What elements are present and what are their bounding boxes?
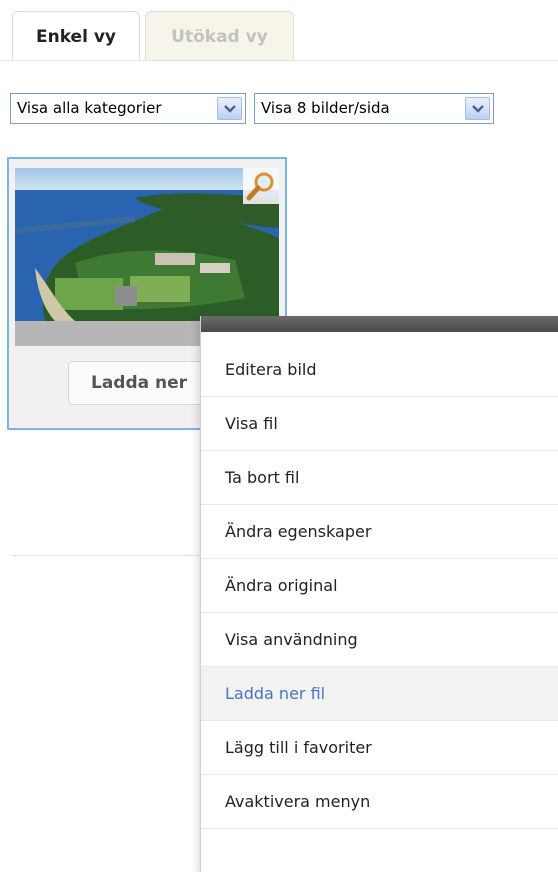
context-menu: Editera bild Visa fil Ta bort fil Ändra …	[200, 316, 558, 872]
aerial-photo	[15, 168, 279, 321]
divider	[12, 555, 202, 556]
chevron-down-icon[interactable]	[217, 97, 242, 120]
menu-item-edit-properties[interactable]: Ändra egenskaper	[201, 505, 558, 559]
menu-item-view-usage[interactable]: Visa användning	[201, 613, 558, 667]
image-thumbnail[interactable]	[15, 168, 279, 321]
tab-simple-view[interactable]: Enkel vy	[12, 11, 140, 61]
menu-item-download-file[interactable]: Ladda ner fil	[201, 667, 558, 721]
tab-extended-view[interactable]: Utökad vy	[145, 11, 294, 61]
menu-item-delete-file[interactable]: Ta bort fil	[201, 451, 558, 505]
menu-item-edit-image[interactable]: Editera bild	[201, 343, 558, 397]
menu-item-view-file[interactable]: Visa fil	[201, 397, 558, 451]
context-menu-list: Editera bild Visa fil Ta bort fil Ändra …	[201, 343, 558, 829]
menu-item-disable-menu[interactable]: Avaktivera menyn	[201, 775, 558, 829]
chevron-down-icon[interactable]	[465, 97, 490, 120]
menu-item-edit-original[interactable]: Ändra original	[201, 559, 558, 613]
category-select-value: Visa alla kategorier	[17, 99, 162, 117]
per-page-select-value: Visa 8 bilder/sida	[261, 99, 390, 117]
menu-item-add-favorites[interactable]: Lägg till i favoriter	[201, 721, 558, 775]
magnifier-icon[interactable]	[243, 168, 279, 204]
per-page-select[interactable]: Visa 8 bilder/sida	[254, 93, 494, 124]
tab-underline	[0, 60, 558, 61]
context-menu-header	[201, 316, 558, 332]
category-select[interactable]: Visa alla kategorier	[10, 93, 246, 124]
